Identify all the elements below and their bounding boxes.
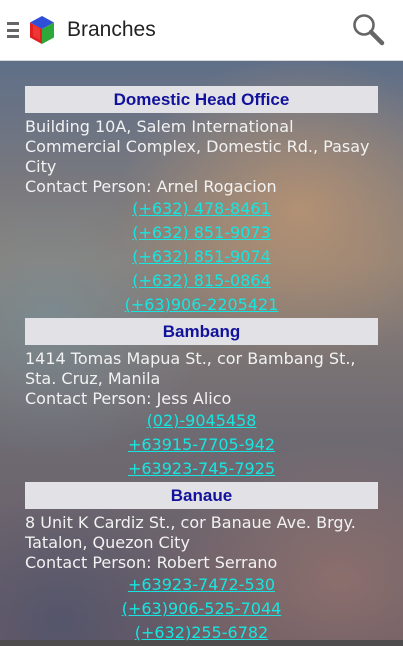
phone-link[interactable]: (02)-9045458	[25, 409, 378, 433]
branch-name: Domestic Head Office	[25, 86, 378, 113]
phone-link[interactable]: (+632) 815-0864	[25, 269, 378, 293]
branch-address: Building 10A, Salem International Commer…	[25, 117, 370, 176]
phone-link[interactable]: (+63)906-2205421	[25, 293, 378, 317]
phone-list: +63923-7472-530 (+63)906-525-7044 (+632)…	[25, 573, 378, 645]
phone-link[interactable]: (+632) 851-9073	[25, 221, 378, 245]
branch-address: 1414 Tomas Mapua St., cor Bambang St., S…	[25, 349, 356, 388]
branches-list: Domestic Head Office Building 10A, Salem…	[25, 86, 378, 646]
branch-name: Bambang	[25, 318, 378, 345]
search-icon[interactable]	[351, 12, 385, 46]
phone-link[interactable]: +63915-7705-942	[25, 433, 378, 457]
menu-icon[interactable]	[7, 22, 21, 38]
branch-name: Banaue	[25, 482, 378, 509]
branch-domestic-head-office: Domestic Head Office Building 10A, Salem…	[25, 86, 378, 317]
branch-address: 8 Unit K Cardiz St., cor Banaue Ave. Brg…	[25, 513, 356, 552]
action-bar: Branches	[0, 0, 403, 61]
phone-link[interactable]: (+632)255-6782	[25, 621, 378, 645]
phone-link[interactable]: +63923-7472-530	[25, 573, 378, 597]
branch-banaue: Banaue 8 Unit K Cardiz St., cor Banaue A…	[25, 482, 378, 645]
phone-link[interactable]: +63923-745-7925	[25, 457, 378, 481]
phone-link[interactable]: (+632) 851-9074	[25, 245, 378, 269]
phone-list: (02)-9045458 +63915-7705-942 +63923-745-…	[25, 409, 378, 481]
branch-contact: Contact Person: Jess Alico	[25, 389, 232, 408]
page-title: Branches	[67, 18, 156, 41]
branch-contact: Contact Person: Robert Serrano	[25, 553, 278, 572]
phone-list: (+632) 478-8461 (+632) 851-9073 (+632) 8…	[25, 197, 378, 317]
phone-link[interactable]: (+63)906-525-7044	[25, 597, 378, 621]
branch-contact: Contact Person: Arnel Rogacion	[25, 177, 277, 196]
app-logo-cube-icon[interactable]	[29, 15, 55, 45]
phone-link[interactable]: (+632) 478-8461	[25, 197, 378, 221]
branch-bambang: Bambang 1414 Tomas Mapua St., cor Bamban…	[25, 318, 378, 481]
